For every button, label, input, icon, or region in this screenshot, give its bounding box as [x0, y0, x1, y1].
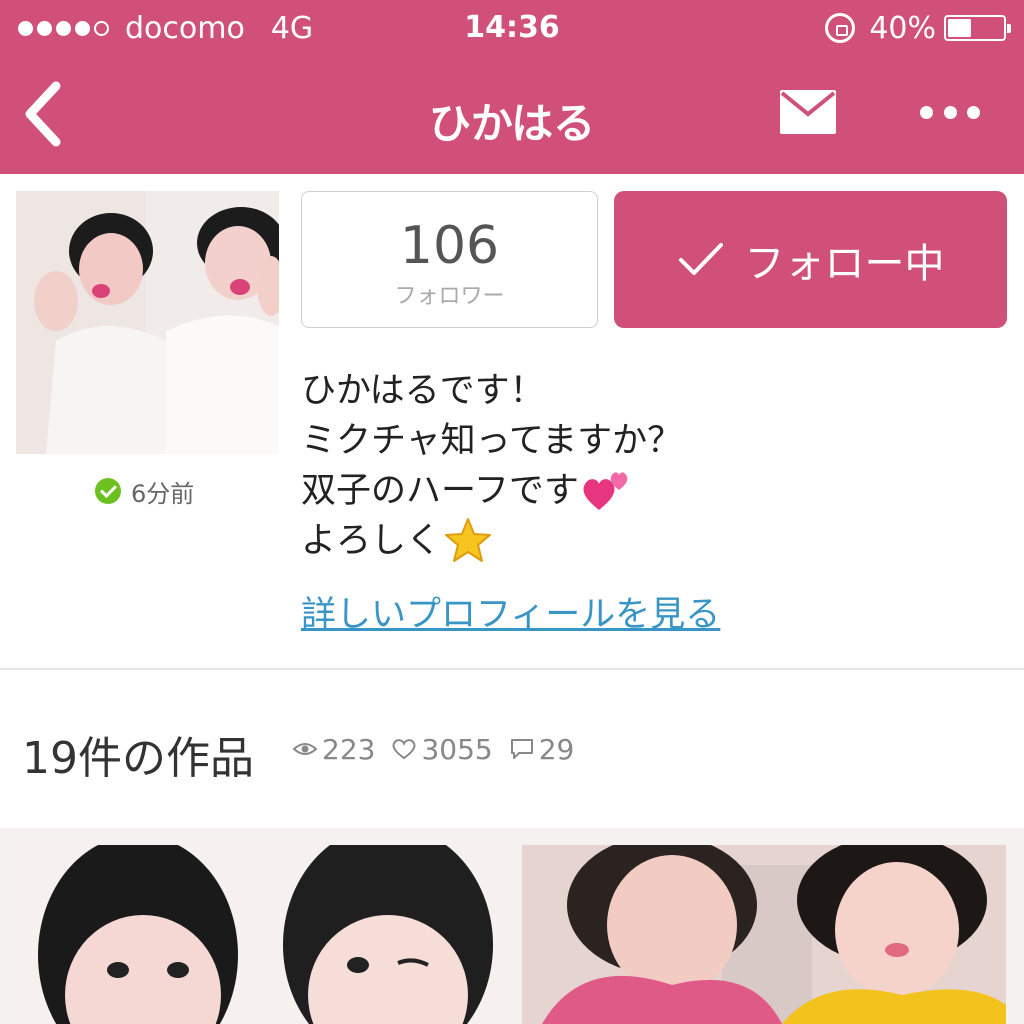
last-seen-text: 6分前 [131, 479, 195, 508]
app-header: docomo 4G 14:36 40% ひかはる [0, 0, 1024, 174]
work-thumbnail[interactable] [18, 845, 502, 1024]
battery-icon [944, 15, 1011, 41]
check-circle-icon [95, 478, 121, 504]
following-button-label: フォロー中 [744, 240, 945, 287]
nav-bar: ひかはる [0, 56, 1024, 174]
battery-fill [948, 19, 972, 37]
bio-line: ミクチャ知ってますか？ [301, 421, 683, 461]
checkmark-icon [678, 242, 723, 275]
comments-stat: 29 [509, 732, 575, 766]
bio-line: よろしく [301, 516, 1001, 566]
status-bar: docomo 4G 14:36 40% [0, 0, 1024, 56]
bio-line-text: 双子のハーフです [301, 471, 579, 511]
more-icon[interactable] [920, 102, 980, 122]
mail-icon[interactable] [780, 90, 836, 134]
page-title: ひかはる [428, 99, 596, 148]
battery-percent: 40% [869, 10, 936, 46]
likes-stat: 3055 [391, 732, 493, 766]
heart-icon [392, 739, 416, 760]
bio-line: ひかはるです！ [301, 371, 545, 411]
followers-label: フォロワー [394, 284, 505, 309]
followers-count: 106 [399, 216, 500, 276]
status-right: 40% [825, 10, 1011, 46]
following-button[interactable]: フォロー中 [614, 191, 1007, 328]
likes-count: 3055 [421, 732, 493, 766]
comments-count: 29 [538, 732, 575, 766]
works-stats: 223 3055 29 [292, 732, 590, 766]
two-hearts-icon [583, 472, 628, 510]
work-thumbnail[interactable] [522, 845, 1006, 1024]
views-count: 223 [322, 732, 376, 766]
bio-line: 双子のハーフです [301, 466, 1001, 516]
bio-line-text: よろしく [301, 521, 442, 561]
works-title: 19件の作品 [22, 733, 254, 784]
followers-box[interactable]: 106 フォロワー [301, 191, 598, 328]
star-icon [445, 518, 492, 562]
rotation-lock-icon [825, 13, 856, 43]
eye-icon [292, 743, 318, 755]
last-seen-status: 6分前 [95, 476, 195, 508]
profile-bio: ひかはるです！ ミクチャ知ってますか？ 双子のハーフです よろしく [301, 366, 1001, 566]
view-profile-link[interactable]: 詳しいプロフィールを見る [301, 586, 720, 637]
section-divider [0, 668, 1024, 670]
avatar[interactable] [16, 191, 279, 454]
comment-icon [510, 739, 533, 759]
views-stat: 223 [292, 733, 375, 766]
